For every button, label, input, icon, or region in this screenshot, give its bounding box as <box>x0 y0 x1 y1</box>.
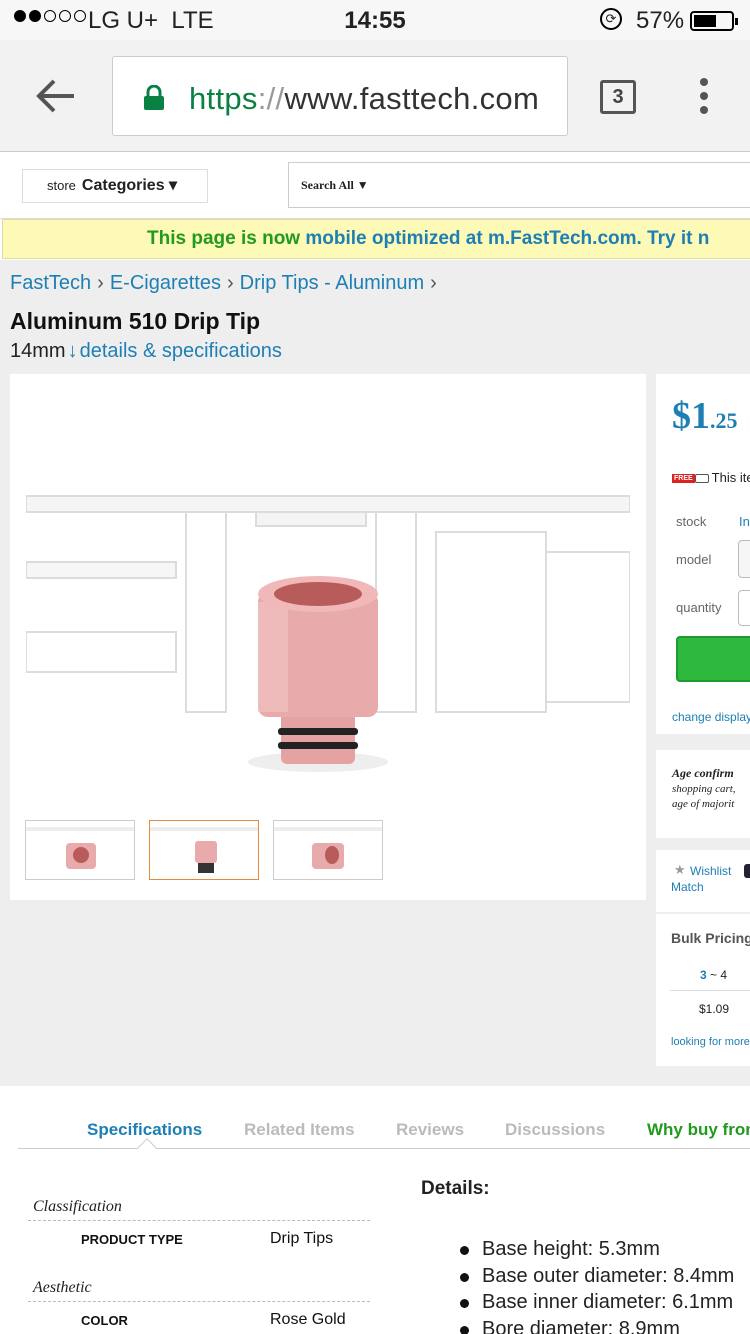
divider <box>28 1220 370 1221</box>
thumbnail-2[interactable] <box>149 820 259 880</box>
browser-toolbar: https://www.fasttech.com 3 <box>0 40 750 152</box>
star-icon: ★ <box>674 862 686 877</box>
breadcrumb-drip-tips[interactable]: Drip Tips - Aluminum <box>240 272 425 294</box>
purchase-panel: $1.25 FREEThis item stock In model quant… <box>656 374 750 734</box>
bulk-price: $1.09 <box>699 1002 730 1016</box>
add-to-cart-button[interactable] <box>676 636 750 682</box>
product-area: FastTech › E-Cigarettes › Drip Tips - Alumin… <box>0 260 750 1086</box>
breadcrumb: FastTech › E-Cigarettes › Drip Tips - Alumin… <box>10 272 437 294</box>
secure-lock-icon <box>144 85 164 110</box>
spec-group-classification: Classification <box>33 1198 122 1215</box>
specifications-section: Classification PRODUCT TYPE Drip Tips Ae… <box>0 1156 750 1334</box>
quantity-input[interactable] <box>738 590 750 626</box>
product-price: $1.25 <box>672 395 738 437</box>
thumbnail-strip <box>25 820 383 880</box>
tab-reviews[interactable]: Reviews <box>396 1120 464 1140</box>
age-confirmation-note: Age confirm shopping cart, age of majorit <box>656 750 750 838</box>
model-label: model <box>676 552 712 567</box>
active-tab-pointer <box>137 1138 157 1158</box>
wishlist-link[interactable]: Wishlist <box>690 864 731 878</box>
divider <box>18 1148 750 1149</box>
search-input[interactable]: Search All ▼ <box>288 162 750 208</box>
tab-related-items[interactable]: Related Items <box>244 1120 355 1140</box>
looking-for-more-link[interactable]: looking for more <box>671 1036 750 1048</box>
divider <box>28 1301 370 1302</box>
spec-key-color: COLOR <box>81 1313 128 1328</box>
url-text: https://www.fasttech.com <box>189 81 540 116</box>
tab-specifications[interactable]: Specifications <box>87 1120 202 1140</box>
compare-icon[interactable] <box>744 864 750 878</box>
thumbnail-1[interactable] <box>25 820 135 880</box>
tab-why-buy[interactable]: Why buy from <box>647 1120 750 1140</box>
bulk-quantity-range: 3 ~ 4 <box>700 968 728 982</box>
list-item: Base inner diameter: 6.1mm <box>460 1291 734 1318</box>
down-arrow-icon: ↓ <box>67 340 78 362</box>
status-bar: LG U+ LTE 14:55 ⟳ 57% <box>0 0 750 40</box>
list-item: Bore diameter: 8.9mm <box>460 1318 734 1334</box>
overflow-menu-icon[interactable] <box>692 78 716 118</box>
address-bar[interactable]: https://www.fasttech.com <box>112 56 568 136</box>
breadcrumb-fasttech[interactable]: FastTech <box>10 272 91 294</box>
product-image[interactable] <box>26 492 630 792</box>
detail-tabs: Specifications Related Items Reviews Dis… <box>0 1086 750 1158</box>
mobile-site-link[interactable]: mobile optimized at m.FastTech.com. Try … <box>305 228 709 249</box>
rotation-lock-icon: ⟳ <box>600 8 622 30</box>
tab-discussions[interactable]: Discussions <box>505 1120 605 1140</box>
quantity-label: quantity <box>676 600 722 615</box>
breadcrumb-e-cigarettes[interactable]: E-Cigarettes <box>110 272 221 294</box>
details-list: Base height: 5.3mm Base outer diameter: … <box>460 1238 734 1334</box>
thumbnail-3[interactable] <box>273 820 383 880</box>
spec-key-product-type: PRODUCT TYPE <box>81 1232 183 1247</box>
free-shipping-badge: FREE <box>672 474 695 484</box>
image-gallery <box>10 374 646 900</box>
product-title: Aluminum 510 Drip Tip <box>10 308 261 334</box>
spec-value-color: Rose Gold <box>270 1311 346 1328</box>
tab-switcher-button[interactable]: 3 <box>600 80 636 114</box>
spec-group-aesthetic: Aesthetic <box>33 1279 92 1296</box>
wishlist-panel: ★ Wishlist Match <box>656 850 750 912</box>
categories-dropdown[interactable]: store Categories ▾ <box>22 169 208 203</box>
stock-label: stock <box>676 514 707 529</box>
model-select[interactable] <box>738 540 750 578</box>
free-shipping-note: FREEThis item <box>672 470 750 485</box>
battery-icon <box>690 11 738 31</box>
match-link[interactable]: Match <box>671 880 704 894</box>
back-arrow-icon[interactable] <box>34 76 78 116</box>
battery-percent: 57% <box>636 7 685 34</box>
truck-icon <box>694 474 709 484</box>
bulk-pricing-panel: Bulk Pricing 3 ~ 4 $1.09 looking for mor… <box>656 914 750 1066</box>
divider <box>670 990 750 991</box>
list-item: Base height: 5.3mm <box>460 1238 734 1265</box>
details-heading: Details: <box>421 1178 490 1199</box>
mobile-site-notice: This page is now mobile optimized at m.F… <box>2 219 750 259</box>
details-link[interactable]: details & specifications <box>80 340 282 362</box>
change-display-link[interactable]: change display <box>672 710 750 724</box>
bulk-pricing-title: Bulk Pricing <box>671 930 750 946</box>
spec-value-product-type: Drip Tips <box>270 1230 334 1247</box>
stock-value: In <box>739 514 750 529</box>
site-header: store Categories ▾ Search All ▼ <box>0 153 750 219</box>
list-item: Base outer diameter: 8.4mm <box>460 1265 734 1292</box>
product-subtitle: 14mm ↓ details & specifications <box>10 340 282 362</box>
